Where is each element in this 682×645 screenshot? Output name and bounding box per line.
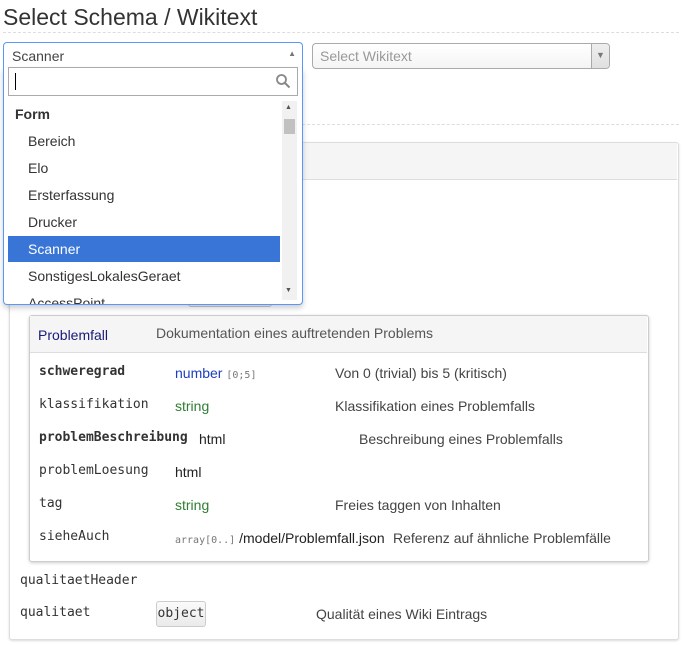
field-name-tag: tag bbox=[39, 496, 63, 511]
field-name-sieheauch: sieheAuch bbox=[39, 529, 110, 544]
option-group-label: Form bbox=[15, 106, 50, 122]
field-description: Klassifikation eines Problemfalls bbox=[335, 398, 535, 414]
field-name-schweregrad: schweregrad bbox=[39, 364, 126, 379]
field-type: html bbox=[199, 431, 226, 447]
field-description: Freies taggen von Inhalten bbox=[335, 497, 501, 513]
problemfall-title: Problemfall bbox=[38, 327, 109, 343]
field-name-qualitaet: qualitaet bbox=[20, 605, 91, 620]
field-type: string bbox=[175, 398, 210, 414]
wikitext-select-arrow[interactable]: ▼ bbox=[591, 44, 609, 68]
option-accesspoint[interactable]: AccessPoint bbox=[8, 290, 280, 304]
chevron-up-icon[interactable]: ▲ bbox=[288, 49, 296, 58]
field-description: Beschreibung eines Problemfalls bbox=[359, 431, 563, 447]
schema-select[interactable]: Scanner ▲ bbox=[3, 42, 303, 69]
option-elo[interactable]: Elo bbox=[8, 155, 280, 181]
problemfall-description: Dokumentation eines auftretenden Problem… bbox=[156, 325, 434, 341]
field-name-klassifikation: klassifikation bbox=[39, 397, 149, 412]
field-type: array[0..] /model/Problemfall.json bbox=[175, 530, 385, 546]
field-type: html bbox=[175, 464, 202, 480]
field-type: string bbox=[175, 497, 210, 513]
page-title: Select Schema / Wikitext bbox=[3, 4, 258, 30]
field-constraint: [0;5] bbox=[226, 370, 257, 381]
wikitext-select-placeholder: Select Wikitext bbox=[320, 48, 412, 64]
field-description: Qualität eines Wiki Eintrags bbox=[316, 606, 488, 622]
field-name-qualitaetheader: qualitaetHeader bbox=[20, 573, 138, 588]
text-cursor bbox=[15, 73, 16, 90]
chevron-down-icon: ▼ bbox=[596, 50, 605, 60]
scroll-up-icon[interactable]: ▲ bbox=[285, 104, 292, 111]
object-type-button[interactable]: object bbox=[156, 601, 206, 627]
option-drucker[interactable]: Drucker bbox=[8, 209, 280, 235]
option-scanner[interactable]: Scanner bbox=[8, 236, 280, 262]
field-name-problemloesung: problemLoesung bbox=[39, 463, 149, 478]
dropdown-scrollbar-thumb[interactable] bbox=[284, 119, 295, 134]
field-description: Von 0 (trivial) bis 5 (kritisch) bbox=[335, 365, 507, 381]
field-description: Referenz auf ähnliche Problemfälle bbox=[393, 530, 611, 546]
option-sonstigeslokalesgeraet[interactable]: SonstigesLokalesGeraet bbox=[8, 263, 280, 289]
scroll-down-icon[interactable]: ▼ bbox=[285, 287, 292, 294]
schema-select-value: Scanner bbox=[12, 48, 65, 64]
wikitext-select[interactable]: Select Wikitext ▼ bbox=[312, 43, 610, 69]
option-bereich[interactable]: Bereich bbox=[8, 128, 280, 154]
field-type: number [0;5] bbox=[175, 365, 257, 381]
divider bbox=[3, 32, 679, 33]
option-ersterfassung[interactable]: Ersterfassung bbox=[8, 182, 280, 208]
field-constraint: array[0..] bbox=[175, 535, 236, 546]
schema-search-input[interactable] bbox=[8, 67, 298, 96]
field-name-problembeschreibung: problemBeschreibung bbox=[39, 430, 188, 445]
search-icon bbox=[276, 74, 291, 89]
